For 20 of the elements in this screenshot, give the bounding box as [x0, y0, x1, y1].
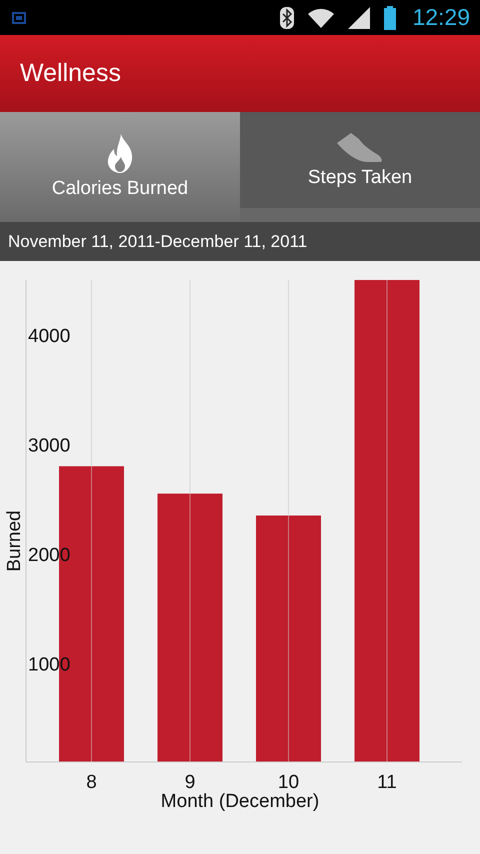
notification-icon: [12, 12, 26, 24]
x-tick-label: 10: [278, 772, 300, 794]
flame-icon: [107, 134, 133, 174]
x-axis-title: Month (December): [160, 791, 320, 812]
x-tick-label: 9: [184, 772, 196, 794]
bluetooth-icon: [280, 6, 294, 29]
y-tick-label: 3000: [28, 435, 70, 456]
app-title: Wellness: [20, 59, 121, 88]
shoe-icon: [337, 131, 383, 164]
y-tick-label: 4000: [28, 326, 70, 347]
wifi-icon: [308, 8, 334, 28]
signal-icon: [348, 6, 370, 29]
y-axis-title: Burned: [4, 510, 25, 572]
x-tick-label: 8: [86, 772, 97, 794]
battery-icon: [384, 6, 396, 30]
x-tick-label: 11: [377, 772, 397, 794]
tab[interactable]: Steps Taken: [240, 112, 480, 208]
clock-time: 12:29: [412, 4, 470, 32]
date-range: November 11, 2011-December 11, 2011: [8, 232, 308, 252]
tab[interactable]: Calories Burned: [0, 112, 240, 222]
